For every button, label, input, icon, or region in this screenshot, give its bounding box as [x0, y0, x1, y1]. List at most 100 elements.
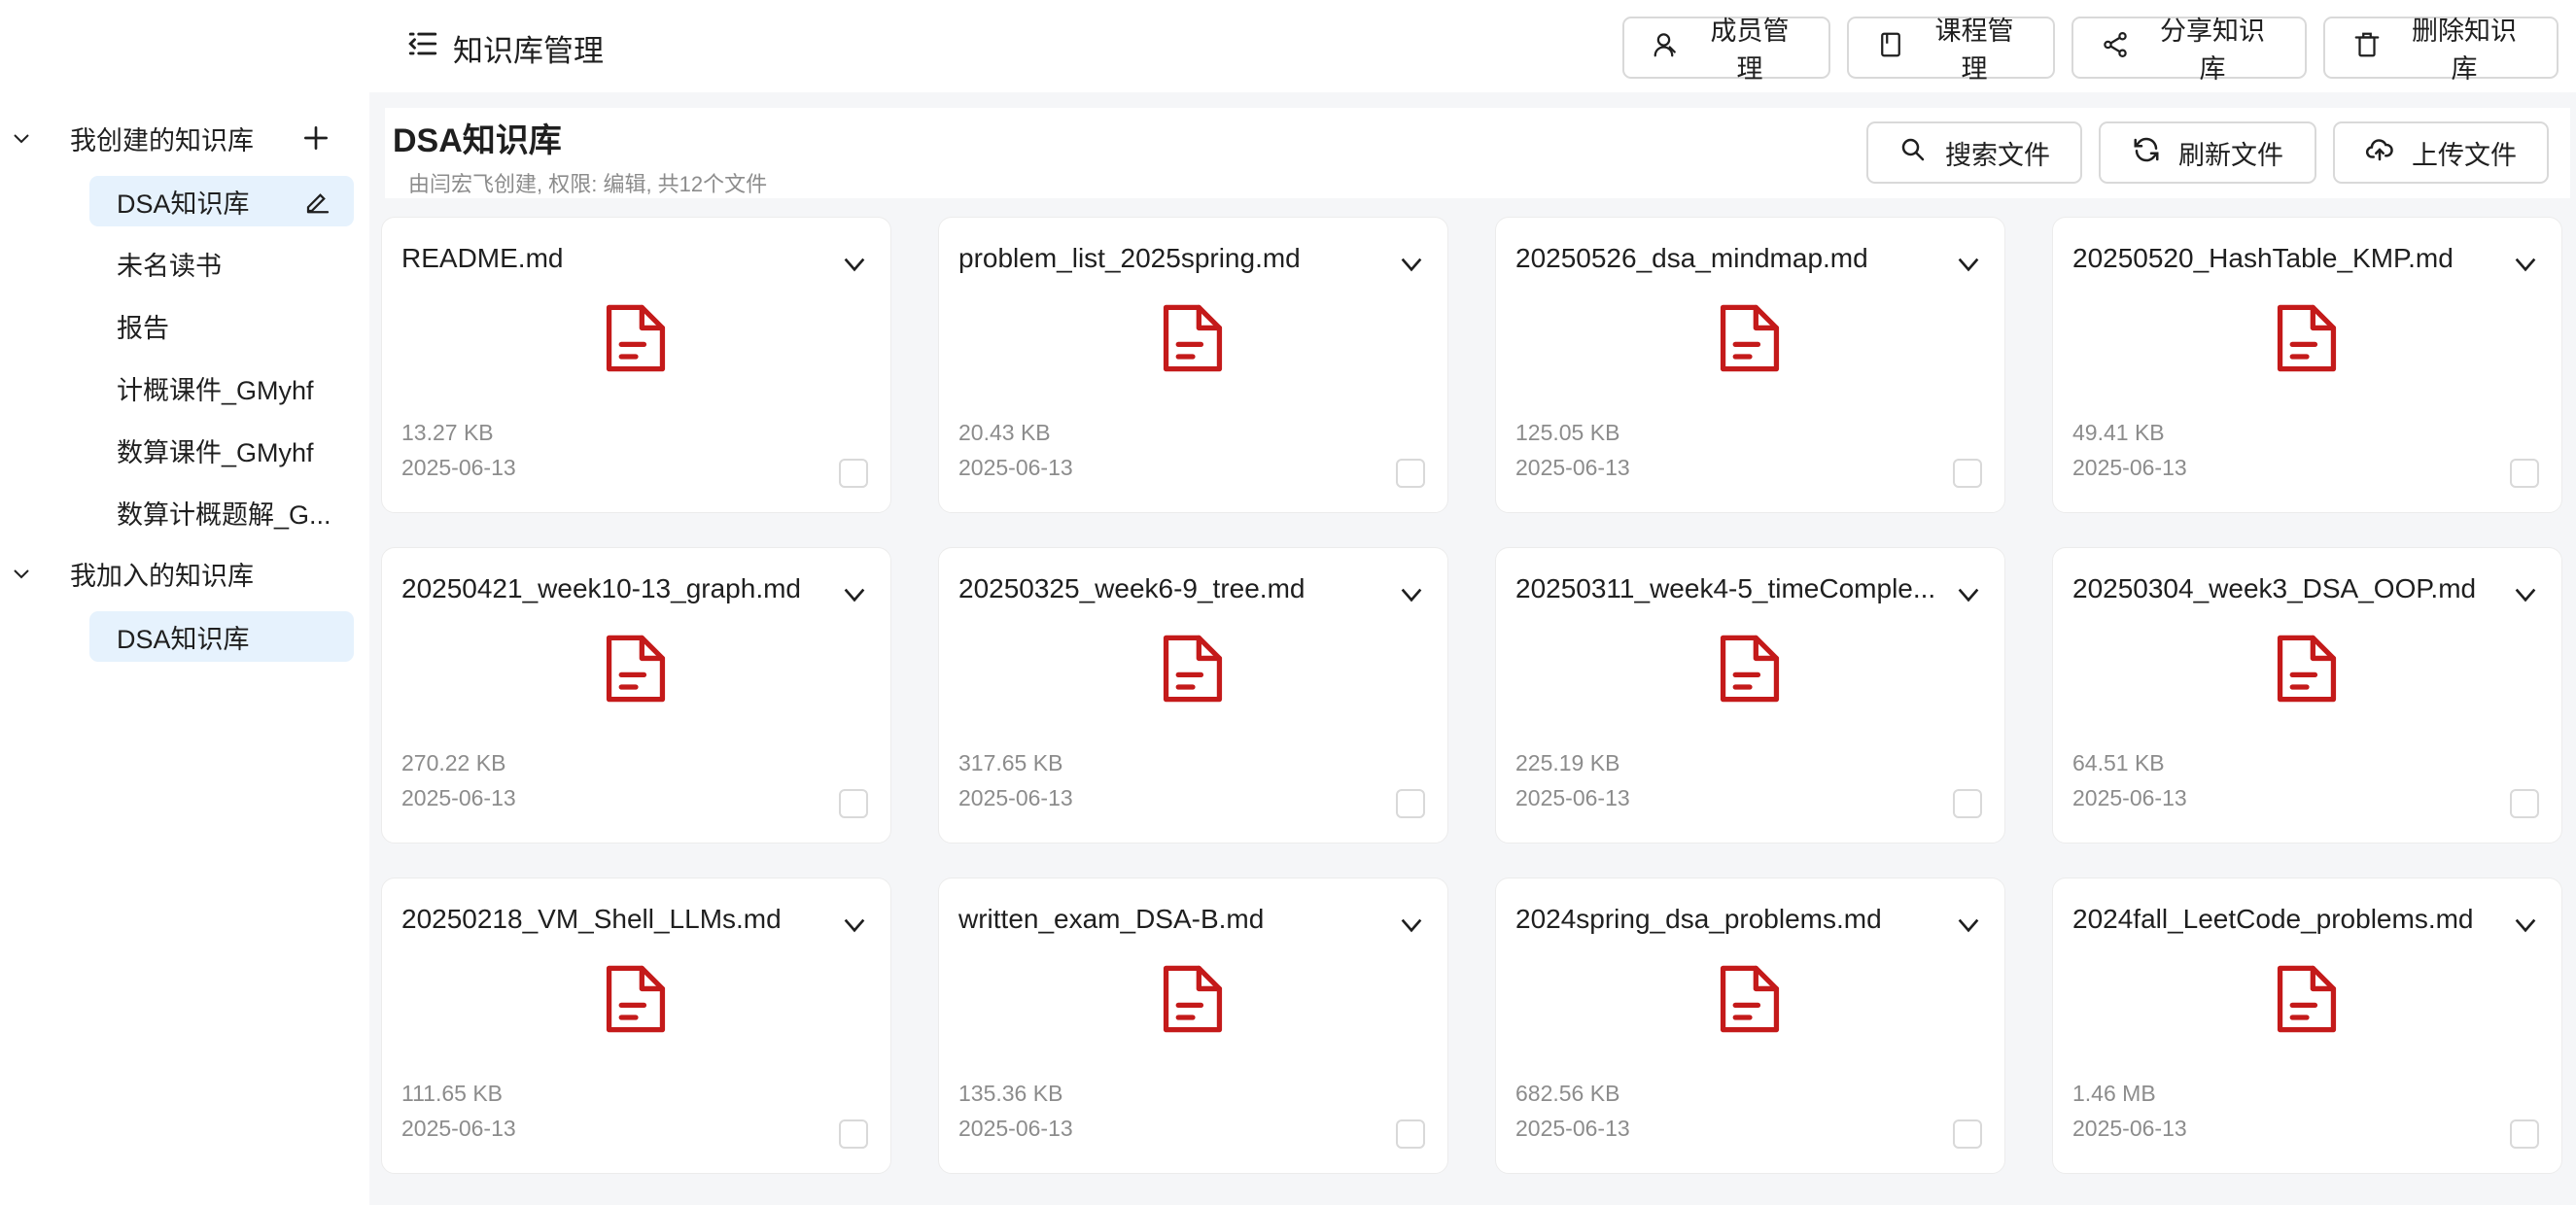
- file-text-icon: [2277, 304, 2337, 372]
- member-management-button[interactable]: 成员管理: [1622, 17, 1830, 84]
- sidebar-group-joined[interactable]: 我加入的知识库: [0, 544, 369, 602]
- chevron-down-icon[interactable]: [1953, 249, 1984, 280]
- delete-kb-button[interactable]: 删除知识库: [2323, 17, 2559, 84]
- user-icon: [1652, 30, 1681, 66]
- file-name: 20250421_week10-13_graph.md: [401, 573, 801, 603]
- file-select-checkbox[interactable]: [839, 789, 868, 818]
- file-card[interactable]: 20250311_week4-5_timeComple... 225.19 KB…: [1495, 547, 2005, 844]
- edit-icon[interactable]: [303, 187, 332, 216]
- file-select-checkbox[interactable]: [1953, 459, 1982, 488]
- course-management-button[interactable]: 课程管理: [1847, 17, 2055, 84]
- trash-icon: [2352, 30, 2382, 66]
- file-card[interactable]: 2024fall_LeetCode_problems.md 1.46 MB 20…: [2052, 878, 2562, 1174]
- file-date: 2025-06-13: [1515, 785, 1630, 810]
- chevron-down-icon[interactable]: [10, 562, 33, 585]
- sidebar-group-label: 我加入的知识库: [70, 561, 254, 591]
- file-select-checkbox[interactable]: [2510, 789, 2539, 818]
- sidebar-item-tijie[interactable]: 数算计概题解_G...: [89, 487, 354, 537]
- file-select-checkbox[interactable]: [1396, 789, 1425, 818]
- file-select-checkbox[interactable]: [1953, 1119, 1982, 1149]
- file-card[interactable]: 20250218_VM_Shell_LLMs.md 111.65 KB 2025…: [381, 878, 891, 1174]
- file-card[interactable]: 20250520_HashTable_KMP.md 49.41 KB 2025-…: [2052, 217, 2562, 513]
- file-name: 20250526_dsa_mindmap.md: [1515, 243, 1868, 273]
- file-size: 135.36 KB: [958, 1081, 1063, 1106]
- sidebar-group-created[interactable]: 我创建的知识库: [0, 109, 369, 167]
- file-size: 49.41 KB: [2072, 420, 2165, 445]
- file-text-icon: [1163, 965, 1223, 1033]
- file-date: 2025-06-13: [958, 455, 1073, 480]
- sidebar-item-jigai[interactable]: 计概课件_GMyhf: [89, 362, 354, 413]
- file-card[interactable]: written_exam_DSA-B.md 135.36 KB 2025-06-…: [938, 878, 1448, 1174]
- file-name: 2024spring_dsa_problems.md: [1515, 904, 1882, 934]
- file-select-checkbox[interactable]: [1396, 1119, 1425, 1149]
- file-select-checkbox[interactable]: [2510, 1119, 2539, 1149]
- sidebar: 我创建的知识库 DSA知识库 未名读书 报告 计概课件_GMyhf 数算课件_G…: [0, 92, 369, 1205]
- file-card[interactable]: problem_list_2025spring.md 20.43 KB 2025…: [938, 217, 1448, 513]
- upload-files-button[interactable]: 上传文件: [2333, 121, 2549, 184]
- share-kb-button[interactable]: 分享知识库: [2071, 17, 2307, 84]
- file-date: 2025-06-13: [2072, 455, 2187, 480]
- sidebar-item-label: 计概课件_GMyhf: [117, 375, 314, 405]
- file-date: 2025-06-13: [1515, 455, 1630, 480]
- sidebar-item-joined-dsa[interactable]: DSA知识库: [89, 611, 354, 662]
- search-icon: [1898, 135, 1928, 171]
- file-select-checkbox[interactable]: [839, 459, 868, 488]
- file-size: 125.05 KB: [1515, 420, 1620, 445]
- file-text-icon: [1163, 635, 1223, 703]
- file-size: 64.51 KB: [2072, 750, 2165, 775]
- file-name: 20250520_HashTable_KMP.md: [2072, 243, 2454, 273]
- file-select-checkbox[interactable]: [1953, 789, 1982, 818]
- sidebar-item-shusuan[interactable]: 数算课件_GMyhf: [89, 425, 354, 475]
- file-select-checkbox[interactable]: [1396, 459, 1425, 488]
- sidebar-item-weiming[interactable]: 未名读书: [89, 238, 354, 289]
- file-date: 2025-06-13: [958, 1116, 1073, 1141]
- file-card[interactable]: 20250421_week10-13_graph.md 270.22 KB 20…: [381, 547, 891, 844]
- file-select-checkbox[interactable]: [2510, 459, 2539, 488]
- sidebar-item-label: 数算课件_GMyhf: [117, 437, 314, 467]
- chevron-down-icon[interactable]: [1953, 579, 1984, 610]
- file-name: 20250304_week3_DSA_OOP.md: [2072, 573, 2477, 603]
- file-date: 2025-06-13: [401, 455, 516, 480]
- file-name: 20250311_week4-5_timeComple...: [1515, 573, 1936, 603]
- chevron-down-icon[interactable]: [2510, 249, 2541, 280]
- file-card[interactable]: 2024spring_dsa_problems.md 682.56 KB 202…: [1495, 878, 2005, 1174]
- file-text-icon: [606, 965, 666, 1033]
- file-card[interactable]: README.md 13.27 KB 2025-06-13: [381, 217, 891, 513]
- chevron-down-icon[interactable]: [2510, 579, 2541, 610]
- chevron-down-icon[interactable]: [2510, 910, 2541, 941]
- chevron-down-icon[interactable]: [1396, 579, 1427, 610]
- file-card[interactable]: 20250526_dsa_mindmap.md 125.05 KB 2025-0…: [1495, 217, 2005, 513]
- file-text-icon: [606, 635, 666, 703]
- file-select-checkbox[interactable]: [839, 1119, 868, 1149]
- sidebar-group-label: 我创建的知识库: [70, 125, 254, 155]
- file-date: 2025-06-13: [958, 785, 1073, 810]
- file-size: 1.46 MB: [2072, 1081, 2156, 1106]
- file-date: 2025-06-13: [401, 785, 516, 810]
- menu-fold-icon[interactable]: [406, 27, 439, 68]
- chevron-down-icon[interactable]: [839, 249, 870, 280]
- refresh-files-button[interactable]: 刷新文件: [2099, 121, 2316, 184]
- chevron-down-icon[interactable]: [1396, 910, 1427, 941]
- file-name: README.md: [401, 243, 564, 273]
- file-card[interactable]: 20250304_week3_DSA_OOP.md 64.51 KB 2025-…: [2052, 547, 2562, 844]
- chevron-down-icon[interactable]: [1953, 910, 1984, 941]
- file-name: problem_list_2025spring.md: [958, 243, 1301, 273]
- chevron-down-icon[interactable]: [10, 126, 33, 150]
- file-size: 270.22 KB: [401, 750, 506, 775]
- sidebar-item-report[interactable]: 报告: [89, 300, 354, 351]
- file-text-icon: [1720, 965, 1780, 1033]
- cloud-upload-icon: [2365, 135, 2394, 171]
- plus-icon[interactable]: [300, 122, 331, 154]
- search-files-button[interactable]: 搜索文件: [1866, 121, 2082, 184]
- file-date: 2025-06-13: [1515, 1116, 1630, 1141]
- chevron-down-icon[interactable]: [1396, 249, 1427, 280]
- sidebar-item-label: DSA知识库: [117, 624, 250, 654]
- file-size: 317.65 KB: [958, 750, 1063, 775]
- file-text-icon: [1720, 635, 1780, 703]
- file-card[interactable]: 20250325_week6-9_tree.md 317.65 KB 2025-…: [938, 547, 1448, 844]
- chevron-down-icon[interactable]: [839, 579, 870, 610]
- page-title: 知识库管理: [406, 25, 604, 70]
- sidebar-item-dsa[interactable]: DSA知识库: [89, 176, 354, 226]
- chevron-down-icon[interactable]: [839, 910, 870, 941]
- file-size: 225.19 KB: [1515, 750, 1620, 775]
